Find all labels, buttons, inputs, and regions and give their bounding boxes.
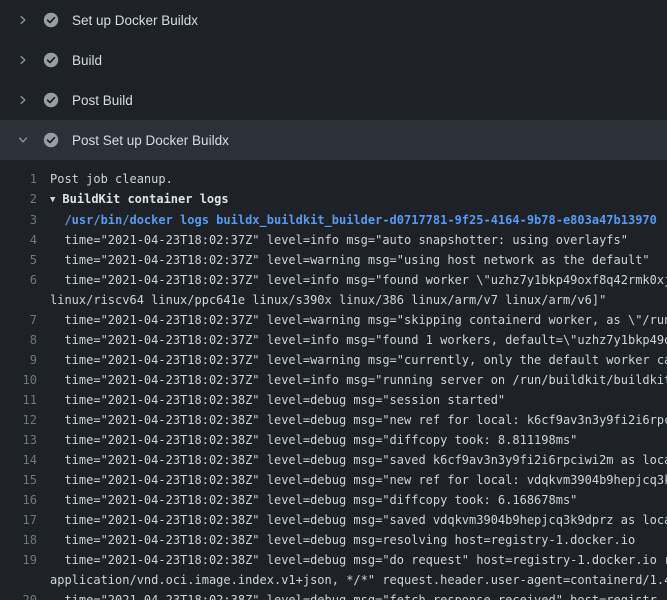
log-line: 6 time="2021-04-23T18:02:37Z" level=info…: [0, 270, 667, 290]
step-section-header[interactable]: Post Set up Docker Buildx: [0, 120, 667, 160]
log-line: 5 time="2021-04-23T18:02:37Z" level=warn…: [0, 250, 667, 270]
log-line-number[interactable]: 9: [0, 350, 50, 370]
log-line: 7 time="2021-04-23T18:02:37Z" level=warn…: [0, 310, 667, 330]
step-section-label: Post Build: [72, 93, 133, 108]
log-line-number[interactable]: 7: [0, 310, 50, 330]
log-line-text: ▼ BuildKit container logs: [50, 189, 667, 210]
log-line-number[interactable]: 15: [0, 470, 50, 490]
check-circle-icon: [43, 92, 59, 108]
check-circle-icon: [43, 132, 59, 148]
step-section-label: Set up Docker Buildx: [72, 13, 198, 28]
log-line: 14 time="2021-04-23T18:02:38Z" level=deb…: [0, 450, 667, 470]
log-line-text: /usr/bin/docker logs buildx_buildkit_bui…: [50, 210, 667, 230]
log-line-number[interactable]: 20: [0, 590, 50, 600]
log-line-number[interactable]: 18: [0, 530, 50, 550]
actions-log-viewer: Set up Docker Buildx Build P: [0, 0, 667, 600]
log-line-text: time="2021-04-23T18:02:38Z" level=debug …: [50, 430, 667, 450]
log-line: 11 time="2021-04-23T18:02:38Z" level=deb…: [0, 390, 667, 410]
log-line-text: time="2021-04-23T18:02:37Z" level=warnin…: [50, 350, 667, 370]
log-line: 15 time="2021-04-23T18:02:38Z" level=deb…: [0, 470, 667, 490]
log-line-text: time="2021-04-23T18:02:37Z" level=info m…: [50, 330, 667, 350]
log-line: 8 time="2021-04-23T18:02:37Z" level=info…: [0, 330, 667, 350]
log-line-text: time="2021-04-23T18:02:38Z" level=debug …: [50, 590, 667, 600]
log-line-number[interactable]: 3: [0, 210, 50, 230]
log-line-text: time="2021-04-23T18:02:38Z" level=debug …: [50, 510, 667, 530]
log-line-number[interactable]: [0, 570, 50, 590]
log-line-text: time="2021-04-23T18:02:38Z" level=debug …: [50, 550, 667, 570]
log-line-number[interactable]: 5: [0, 250, 50, 270]
log-line: 20 time="2021-04-23T18:02:38Z" level=deb…: [0, 590, 667, 600]
log-line: linux/riscv64 linux/ppc641e linux/s390x …: [0, 290, 667, 310]
step-section-label: Build: [72, 53, 102, 68]
chevron-down-icon: [16, 133, 30, 147]
log-line-text: time="2021-04-23T18:02:38Z" level=debug …: [50, 390, 667, 410]
chevron-right-icon: [16, 53, 30, 67]
step-section-header[interactable]: Set up Docker Buildx: [0, 0, 667, 40]
log-line: 17 time="2021-04-23T18:02:38Z" level=deb…: [0, 510, 667, 530]
log-line: 13 time="2021-04-23T18:02:38Z" level=deb…: [0, 430, 667, 450]
chevron-right-icon: [16, 93, 30, 107]
log-line-number[interactable]: 13: [0, 430, 50, 450]
log-line-text: time="2021-04-23T18:02:38Z" level=debug …: [50, 470, 667, 490]
log-line-number[interactable]: 11: [0, 390, 50, 410]
log-line-number[interactable]: 1: [0, 169, 50, 189]
log-output: 1 Post job cleanup. 2 ▼ BuildKit containe…: [0, 160, 667, 600]
log-line-text: time="2021-04-23T18:02:37Z" level=info m…: [50, 370, 667, 390]
log-line-text: time="2021-04-23T18:02:38Z" level=debug …: [50, 490, 667, 510]
log-line-number[interactable]: 8: [0, 330, 50, 350]
log-line-number[interactable]: 4: [0, 230, 50, 250]
log-line-text: time="2021-04-23T18:02:38Z" level=debug …: [50, 410, 667, 430]
log-line: 19 time="2021-04-23T18:02:38Z" level=deb…: [0, 550, 667, 570]
log-line-text: time="2021-04-23T18:02:37Z" level=warnin…: [50, 310, 667, 330]
log-line-number[interactable]: 14: [0, 450, 50, 470]
log-line: application/vnd.oci.image.index.v1+json,…: [0, 570, 667, 590]
log-line-text: time="2021-04-23T18:02:37Z" level=info m…: [50, 270, 667, 290]
log-line-number[interactable]: 16: [0, 490, 50, 510]
log-line: 2 ▼ BuildKit container logs: [0, 189, 667, 210]
log-line-number[interactable]: 2: [0, 189, 50, 210]
log-line-number[interactable]: 12: [0, 410, 50, 430]
log-line-text: time="2021-04-23T18:02:37Z" level=info m…: [50, 230, 667, 250]
step-sections-list: Set up Docker Buildx Build P: [0, 0, 667, 160]
log-line-text: linux/riscv64 linux/ppc641e linux/s390x …: [50, 290, 667, 310]
step-section-header[interactable]: Post Build: [0, 80, 667, 120]
log-line-text: time="2021-04-23T18:02:38Z" level=debug …: [50, 530, 667, 550]
log-line: 4 time="2021-04-23T18:02:37Z" level=info…: [0, 230, 667, 250]
log-line-text: application/vnd.oci.image.index.v1+json,…: [50, 570, 667, 590]
log-line: 9 time="2021-04-23T18:02:37Z" level=warn…: [0, 350, 667, 370]
log-line: 3 /usr/bin/docker logs buildx_buildkit_b…: [0, 210, 667, 230]
log-line-number[interactable]: 10: [0, 370, 50, 390]
log-line: 18 time="2021-04-23T18:02:38Z" level=deb…: [0, 530, 667, 550]
step-section-label: Post Set up Docker Buildx: [72, 133, 229, 148]
log-line: 10 time="2021-04-23T18:02:37Z" level=inf…: [0, 370, 667, 390]
check-circle-icon: [43, 52, 59, 68]
log-line-number[interactable]: 19: [0, 550, 50, 570]
check-circle-icon: [43, 12, 59, 28]
group-caret-icon[interactable]: ▼: [50, 190, 55, 210]
log-line-text: time="2021-04-23T18:02:38Z" level=debug …: [50, 450, 667, 470]
log-line: 16 time="2021-04-23T18:02:38Z" level=deb…: [0, 490, 667, 510]
chevron-right-icon: [16, 13, 30, 27]
log-line: 12 time="2021-04-23T18:02:38Z" level=deb…: [0, 410, 667, 430]
step-section-header[interactable]: Build: [0, 40, 667, 80]
log-line-number[interactable]: 17: [0, 510, 50, 530]
log-line-number[interactable]: [0, 290, 50, 310]
log-line-text: Post job cleanup.: [50, 169, 667, 189]
log-group-title[interactable]: BuildKit container logs: [62, 192, 228, 206]
log-line-number[interactable]: 6: [0, 270, 50, 290]
log-line: 1 Post job cleanup.: [0, 169, 667, 189]
log-line-text: time="2021-04-23T18:02:37Z" level=warnin…: [50, 250, 667, 270]
